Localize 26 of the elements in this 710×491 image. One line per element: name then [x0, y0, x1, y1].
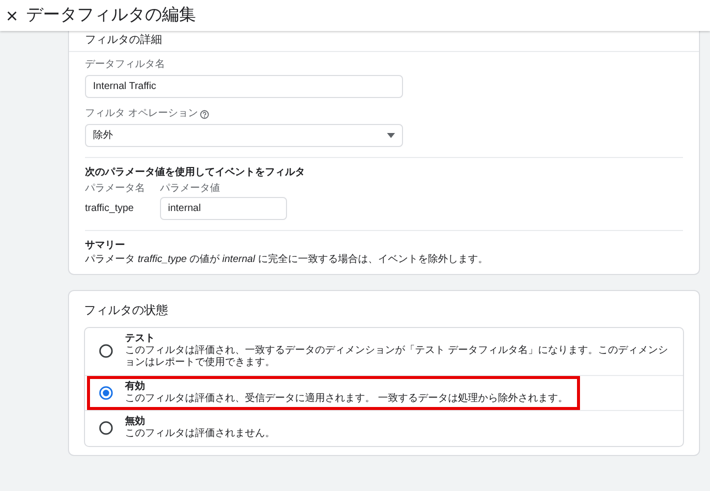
- close-button[interactable]: [6, 10, 18, 22]
- option-description: このフィルタは評価されません。: [125, 428, 275, 441]
- parameter-name: traffic_type: [85, 202, 135, 215]
- field-label: データフィルタ名: [85, 59, 165, 72]
- window-title: データフィルタの編集: [26, 5, 196, 26]
- option-title: 無効: [125, 416, 146, 428]
- summary-text: パラメータ traffic_type の値が internal に完全に一致する場合は、イベントを除外します。: [85, 254, 489, 266]
- help-icon[interactable]: [200, 110, 209, 119]
- dropdown[interactable]: 除外: [85, 124, 403, 148]
- section-heading: 次のパラメータ値を使用してイベントをフィルタ: [85, 167, 306, 180]
- radio-button[interactable]: [99, 421, 113, 436]
- radio-button[interactable]: [99, 386, 113, 400]
- column-label: パラメータ名: [85, 183, 146, 196]
- option-title: 有効: [125, 380, 146, 393]
- input-field[interactable]: internal: [160, 197, 287, 220]
- option-description: このフィルタは評価され、受信データに適用されます。 一致するデータは処理から除外されます。: [125, 392, 568, 406]
- caret-icon: [387, 133, 395, 138]
- field-label: フィルタ オペレーション: [85, 108, 198, 120]
- column-label: パラメータ値: [160, 183, 221, 196]
- summary-heading: サマリー: [85, 240, 126, 252]
- option-description: このフィルタは評価され、一致するデータのディメンションが「テスト データフィルタ名」になります。このディメンションはレポートで使用できます。: [125, 344, 669, 370]
- card-heading: フィルタの詳細: [69, 31, 699, 52]
- input-field[interactable]: Internal Traffic: [85, 75, 403, 98]
- radio-button[interactable]: [99, 344, 113, 358]
- card-heading: フィルタの状態: [84, 303, 169, 318]
- option-title: テスト: [125, 332, 156, 345]
